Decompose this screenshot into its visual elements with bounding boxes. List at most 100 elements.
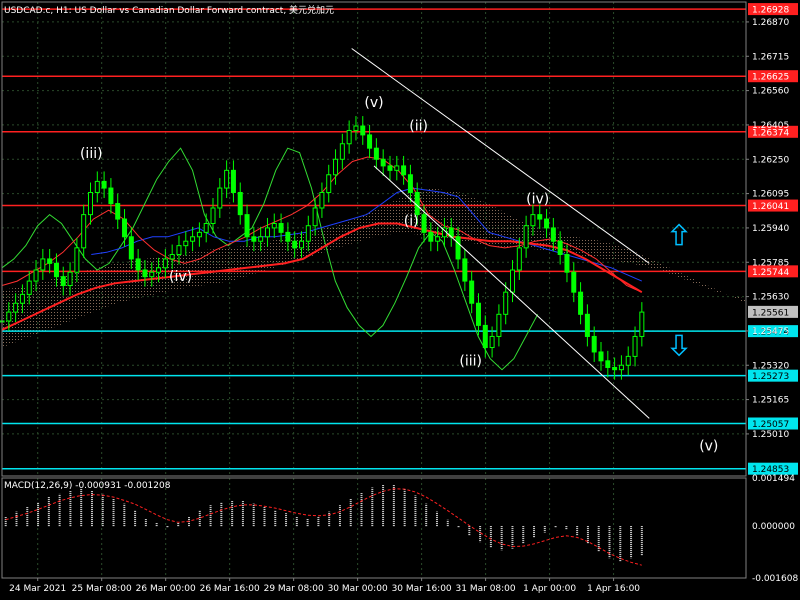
candle-body bbox=[101, 180, 107, 189]
candle-body bbox=[237, 191, 243, 216]
chart-canvas[interactable]: 1.269281.266251.263741.260411.257441.254… bbox=[0, 0, 800, 600]
price-axis-label: 1.25320 bbox=[752, 361, 789, 371]
candle-body bbox=[67, 271, 73, 287]
resistance-price-label: 1.25744 bbox=[752, 268, 789, 278]
candle-body bbox=[278, 222, 284, 233]
candle-body bbox=[339, 143, 345, 160]
candle-body bbox=[292, 240, 298, 249]
candle-body bbox=[523, 225, 529, 249]
candle-body bbox=[605, 360, 611, 368]
candle-body bbox=[210, 207, 216, 224]
candle-body bbox=[122, 218, 128, 238]
candle-body bbox=[156, 267, 162, 273]
candle-body bbox=[162, 258, 168, 269]
candle-body bbox=[428, 231, 434, 242]
candle-body bbox=[142, 269, 148, 278]
candle-body bbox=[571, 271, 577, 293]
price-axis-label: 1.26715 bbox=[752, 52, 789, 62]
candle-body bbox=[503, 291, 509, 315]
candle-body bbox=[564, 254, 570, 273]
candle-body bbox=[407, 174, 413, 193]
candle-body bbox=[612, 366, 618, 371]
candle-body bbox=[346, 129, 352, 145]
resistance-price-label: 1.26041 bbox=[752, 202, 789, 212]
candle-body bbox=[639, 311, 645, 337]
candle-body bbox=[94, 180, 100, 193]
candle-body bbox=[584, 313, 590, 337]
candle-body bbox=[544, 218, 550, 229]
candle-body bbox=[183, 240, 189, 247]
current-price-label: 1.25561 bbox=[752, 308, 789, 318]
candle-body bbox=[47, 258, 53, 264]
candle-body bbox=[217, 187, 223, 209]
candle-body bbox=[435, 236, 441, 242]
candle-body bbox=[196, 231, 202, 238]
wave-label: (iii) bbox=[459, 353, 482, 369]
wave-label: (v) bbox=[699, 439, 718, 455]
price-axis-label: 1.25940 bbox=[752, 224, 789, 234]
candle-body bbox=[40, 258, 46, 271]
candle-body bbox=[333, 158, 339, 176]
candle-body bbox=[414, 191, 420, 216]
candle-body bbox=[387, 165, 393, 171]
candle-body bbox=[305, 225, 311, 242]
time-axis-label: 29 Mar 08:00 bbox=[264, 584, 324, 594]
price-axis-label: 1.25785 bbox=[752, 258, 789, 268]
wave-label: (iv) bbox=[526, 192, 549, 208]
candle-body bbox=[530, 214, 536, 227]
macd-axis-label: 0.001494 bbox=[752, 474, 795, 484]
candle-body bbox=[285, 231, 291, 242]
candle-body bbox=[537, 214, 543, 220]
candle-body bbox=[598, 351, 604, 362]
time-axis-label: 24 Mar 2021 bbox=[9, 584, 66, 594]
candle-body bbox=[578, 291, 584, 315]
candle-body bbox=[618, 364, 624, 371]
time-axis-label: 30 Mar 16:00 bbox=[392, 584, 452, 594]
candle-body bbox=[550, 227, 556, 242]
candle-body bbox=[251, 236, 257, 242]
candle-body bbox=[625, 355, 631, 366]
candle-body bbox=[353, 125, 359, 131]
candle-body bbox=[510, 269, 516, 293]
price-axis-label: 1.26560 bbox=[752, 87, 789, 97]
candle-body bbox=[224, 169, 230, 189]
price-axis-label: 1.25630 bbox=[752, 293, 789, 303]
candle-body bbox=[176, 245, 182, 256]
support-price-label: 1.25273 bbox=[752, 372, 789, 382]
time-axis-label: 31 Mar 08:00 bbox=[456, 584, 516, 594]
candle-body bbox=[258, 236, 264, 242]
time-axis-label: 25 Mar 08:00 bbox=[72, 584, 132, 594]
candle-body bbox=[264, 227, 270, 238]
candle-body bbox=[13, 302, 19, 313]
candle-body bbox=[149, 271, 155, 278]
candle-body bbox=[53, 262, 59, 278]
candle-body bbox=[632, 335, 638, 357]
price-axis-label: 1.25165 bbox=[752, 396, 789, 406]
wave-label: (v) bbox=[364, 95, 383, 111]
candle-body bbox=[135, 258, 141, 271]
macd-title: MACD(12,26,9) -0.000931 -0.001208 bbox=[4, 481, 171, 491]
candle-body bbox=[394, 165, 400, 171]
candle-body bbox=[81, 214, 87, 249]
time-axis-label: 1 Apr 00:00 bbox=[523, 584, 576, 594]
support-price-label: 1.25057 bbox=[752, 420, 789, 430]
candle-body bbox=[33, 269, 39, 282]
candle-body bbox=[298, 240, 304, 249]
wave-label: (iv) bbox=[169, 269, 192, 285]
price-axis-label: 1.26405 bbox=[752, 121, 789, 131]
candle-body bbox=[489, 335, 495, 349]
candle-body bbox=[496, 313, 502, 337]
candle-body bbox=[469, 280, 475, 304]
price-axis-label: 1.26870 bbox=[752, 18, 789, 28]
price-axis-label: 1.26250 bbox=[752, 155, 789, 165]
price-axis-label: 1.26095 bbox=[752, 190, 789, 200]
candle-body bbox=[462, 258, 468, 282]
candle-body bbox=[19, 293, 25, 304]
time-axis-label: 26 Mar 16:00 bbox=[200, 584, 260, 594]
candle-body bbox=[482, 324, 488, 349]
candle-body bbox=[360, 125, 366, 136]
candle-body bbox=[367, 134, 373, 149]
candle-body bbox=[6, 311, 12, 322]
candle-body bbox=[60, 276, 66, 287]
candle-body bbox=[475, 302, 481, 326]
